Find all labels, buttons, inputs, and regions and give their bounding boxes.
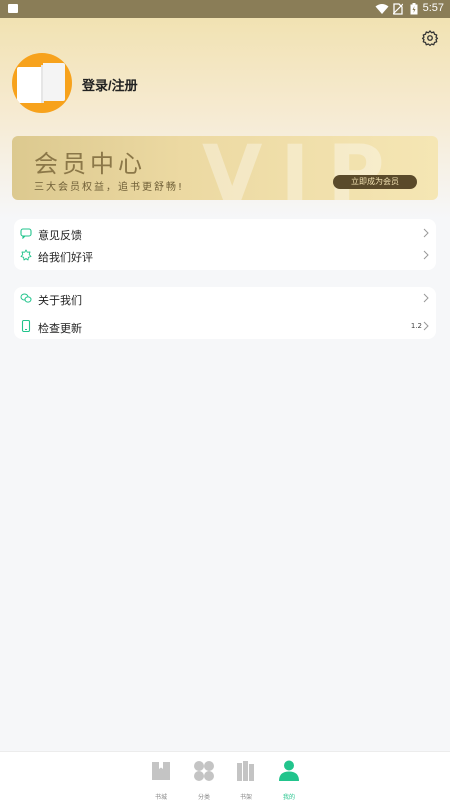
feedback-icon <box>20 228 32 239</box>
vip-banner[interactable]: VIP 会员中心 三大会员权益，追书更舒畅! 立即成为会员 <box>12 136 438 200</box>
vip-watermark: VIP <box>202 136 403 200</box>
tab-bookstore[interactable]: 书城 <box>146 760 176 801</box>
become-member-button[interactable]: 立即成为会员 <box>333 175 417 189</box>
chevron-right-icon <box>423 293 429 303</box>
profile-icon <box>279 760 299 781</box>
menu-item-rate-us[interactable]: 给我们好评 <box>14 246 436 268</box>
chevron-right-icon <box>423 250 429 260</box>
status-bar: 5:57 <box>0 0 450 18</box>
login-register-link[interactable]: 登录/注册 <box>82 75 138 94</box>
bottom-tab-bar: 书城 分类 书架 我的 <box>0 751 450 801</box>
menu-item-label: 给我们好评 <box>38 252 93 264</box>
tab-profile[interactable]: 我的 <box>274 760 304 801</box>
status-time: 5:57 <box>422 2 444 14</box>
menu-item-check-update[interactable]: 检查更新 1.2 <box>14 317 436 339</box>
menu-card-2: 关于我们 检查更新 1.2 <box>14 287 436 339</box>
image-notification-icon <box>8 4 18 13</box>
tab-category[interactable]: 分类 <box>189 760 219 801</box>
battery-icon <box>410 3 418 15</box>
tab-bookshelf[interactable]: 书架 <box>231 760 261 801</box>
bookshelf-icon <box>237 761 254 781</box>
version-number: 1.2 <box>410 322 422 330</box>
chevron-right-icon <box>423 321 429 331</box>
menu-item-feedback[interactable]: 意见反馈 <box>14 224 436 246</box>
menu-item-label: 关于我们 <box>38 295 82 307</box>
menu-item-label: 检查更新 <box>38 323 82 335</box>
vip-title: 会员中心 <box>34 150 146 178</box>
avatar-book[interactable] <box>12 53 72 113</box>
bookstore-icon <box>152 762 170 780</box>
settings-gear-icon[interactable] <box>421 29 439 47</box>
menu-item-about-us[interactable]: 关于我们 <box>14 289 436 311</box>
chevron-right-icon <box>423 228 429 238</box>
rating-icon <box>20 249 32 261</box>
menu-item-label: 意见反馈 <box>38 230 82 242</box>
wifi-icon <box>375 4 389 14</box>
category-icon <box>194 761 214 781</box>
about-icon <box>20 293 32 303</box>
menu-card-1: 意见反馈 给我们好评 <box>14 219 436 270</box>
no-sim-icon <box>393 3 403 15</box>
phone-icon <box>21 320 31 332</box>
vip-subtitle: 三大会员权益，追书更舒畅! <box>34 182 185 193</box>
